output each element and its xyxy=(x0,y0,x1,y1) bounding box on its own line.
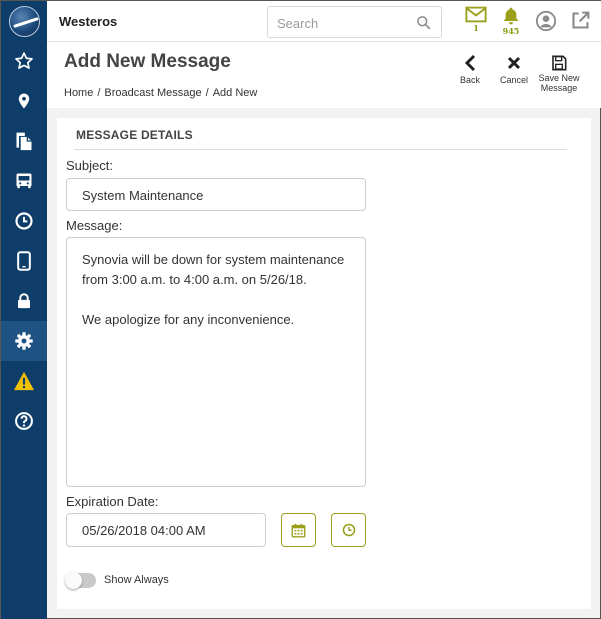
chevron-left-icon xyxy=(464,54,476,72)
lock-icon xyxy=(18,293,30,309)
breadcrumb-separator: / xyxy=(205,87,209,99)
breadcrumb-separator: / xyxy=(97,87,101,99)
map-pin-icon xyxy=(18,93,30,109)
back-label: Back xyxy=(459,75,480,85)
alerts-count: 945 xyxy=(502,26,520,36)
save-label-line1: Save New xyxy=(538,73,580,83)
show-always-toggle[interactable] xyxy=(65,572,96,589)
sidebar-item-devices[interactable] xyxy=(1,241,47,281)
top-bar: Westeros 1 945 xyxy=(47,1,601,42)
clock-icon xyxy=(15,212,33,230)
app-window: Westeros 1 945 Add New Message Home/Broa… xyxy=(0,0,601,619)
expiration-date-label: Expiration Date: xyxy=(66,494,159,509)
time-picker-button[interactable] xyxy=(331,513,366,547)
breadcrumb: Home / Broadcast Message / Add New xyxy=(64,87,257,99)
section-divider xyxy=(74,149,567,150)
save-label-line2: Message xyxy=(540,83,578,93)
sidebar-item-help[interactable] xyxy=(1,401,47,441)
expiration-date-field[interactable]: 05/26/2018 04:00 AM xyxy=(66,513,266,547)
user-icon xyxy=(535,10,557,32)
date-picker-button[interactable] xyxy=(281,513,316,547)
save-new-message-button[interactable]: Save New Message xyxy=(537,55,581,93)
message-label: Message: xyxy=(66,218,123,233)
message-textarea[interactable]: Synovia will be down for system maintena… xyxy=(66,237,366,487)
search-icon[interactable] xyxy=(416,15,431,30)
sidebar xyxy=(1,1,47,619)
sidebar-item-favorites[interactable] xyxy=(1,41,47,81)
section-title: MESSAGE DETAILS xyxy=(76,128,193,142)
messages-count: 1 xyxy=(473,23,479,33)
sidebar-item-settings[interactable] xyxy=(1,321,47,361)
sidebar-item-documents[interactable] xyxy=(1,121,47,161)
cancel-label: Cancel xyxy=(499,75,528,85)
star-icon xyxy=(15,52,33,69)
subject-label: Subject: xyxy=(66,158,113,173)
page-title: Add New Message xyxy=(64,51,231,72)
app-name: Westeros xyxy=(59,14,118,29)
clock-icon xyxy=(342,523,355,537)
bell-icon xyxy=(503,7,519,25)
gear-icon xyxy=(15,332,33,350)
help-icon xyxy=(15,412,33,430)
breadcrumb-broadcast-message[interactable]: Broadcast Message xyxy=(104,87,201,99)
breadcrumb-home[interactable]: Home xyxy=(64,87,93,99)
sidebar-item-security[interactable] xyxy=(1,281,47,321)
tablet-icon xyxy=(17,251,31,271)
back-button[interactable]: Back xyxy=(455,54,485,85)
external-link-icon xyxy=(571,11,589,29)
save-icon xyxy=(552,55,567,71)
warning-icon xyxy=(14,371,34,391)
bus-icon xyxy=(16,173,32,189)
message-details-card: MESSAGE DETAILS Subject: System Maintena… xyxy=(57,118,591,609)
show-always-label: Show Always xyxy=(104,574,169,586)
sidebar-item-locations[interactable] xyxy=(1,81,47,121)
sidebar-item-vehicles[interactable] xyxy=(1,161,47,201)
sidebar-item-schedule[interactable] xyxy=(1,201,47,241)
cancel-button[interactable]: Cancel xyxy=(497,54,531,85)
breadcrumb-add-new: Add New xyxy=(212,87,258,99)
search-input[interactable] xyxy=(277,13,407,33)
search-box[interactable] xyxy=(267,6,442,38)
sidebar-item-alerts[interactable] xyxy=(1,361,47,401)
documents-icon xyxy=(16,132,32,151)
close-icon xyxy=(507,56,521,70)
envelope-icon xyxy=(465,6,487,23)
external-link-button[interactable] xyxy=(568,10,592,42)
alerts-button[interactable]: 945 xyxy=(499,6,523,38)
page-header: Add New Message Home / Broadcast Message / A… xyxy=(47,42,601,108)
messages-button[interactable]: 1 xyxy=(464,6,488,38)
account-button[interactable] xyxy=(534,10,558,42)
calendar-icon xyxy=(291,523,306,537)
subject-field[interactable]: System Maintenance xyxy=(66,178,366,211)
app-logo[interactable] xyxy=(9,6,40,37)
